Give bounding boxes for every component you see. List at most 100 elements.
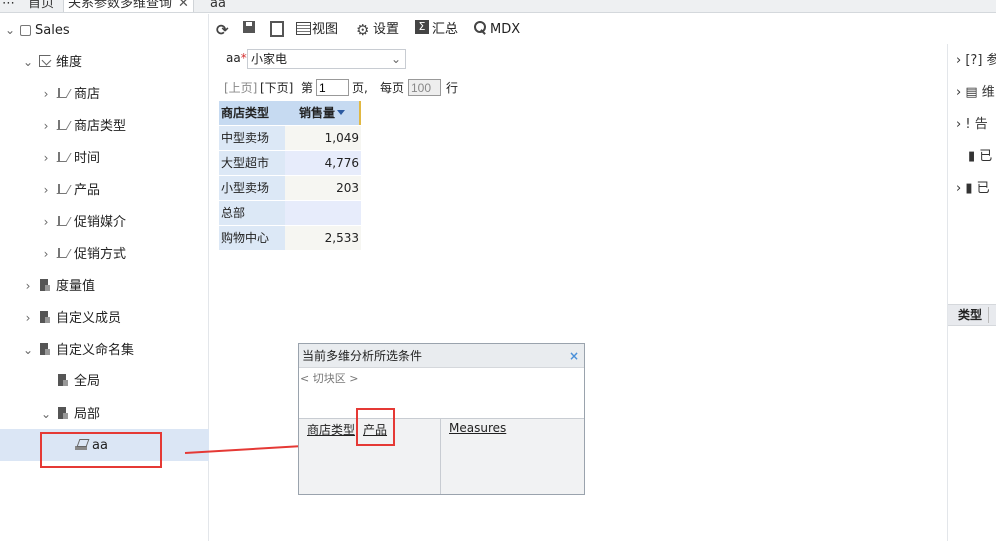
right-panel-item-label: 告	[974, 117, 988, 132]
mdx-button[interactable]: MDX	[473, 20, 520, 40]
mdx-label: MDX	[490, 22, 521, 37]
row-label[interactable]: 大型超市	[219, 151, 285, 175]
view-label: 视图	[312, 22, 339, 37]
document-icon	[56, 406, 70, 420]
chevron-right-icon[interactable]: ›	[40, 147, 52, 169]
chevron-right-icon[interactable]: ›	[40, 115, 52, 137]
chevron-down-icon[interactable]: ⌄	[22, 339, 34, 361]
parameter-select[interactable]: 小家电 ⌄	[247, 49, 406, 69]
tree-node-dimension[interactable]: › 促销方式	[40, 243, 126, 265]
tree-node-custom-members[interactable]: › 自定义成员	[22, 307, 121, 329]
cell-value: 4,776	[285, 151, 361, 175]
hierarchy-icon	[56, 214, 70, 228]
tree-node-custom-named-sets[interactable]: ⌄ 自定义命名集	[22, 339, 134, 361]
popup-title-bar[interactable]: 当前多维分析所选条件 ×	[299, 344, 584, 368]
chevron-right-icon[interactable]: ›	[956, 85, 961, 100]
document-icon: ▮	[965, 181, 973, 196]
tree-node-sales[interactable]: ⌄ Sales	[4, 19, 70, 41]
summary-label: 汇总	[432, 22, 459, 37]
chevron-down-icon[interactable]: ⌄	[40, 403, 52, 425]
tab-home[interactable]: 首页	[28, 0, 54, 12]
per-page-prefix: 每页	[380, 81, 405, 95]
popup-title: 当前多维分析所选条件	[302, 349, 423, 363]
row-label[interactable]: 中型卖场	[219, 126, 285, 150]
summary-button[interactable]: 汇总	[415, 20, 458, 40]
row-header-store-type[interactable]: 商店类型	[219, 101, 285, 125]
chevron-down-icon: ⌄	[390, 52, 401, 66]
slice-area[interactable]: < 切块区 >	[300, 370, 358, 386]
column-header-sales-label: 销售量	[298, 106, 335, 120]
close-icon[interactable]: ✕	[178, 0, 189, 11]
row-label[interactable]: 小型卖场	[219, 176, 285, 200]
save-button[interactable]	[242, 20, 259, 40]
chevron-down-icon[interactable]: ⌄	[4, 19, 16, 41]
tree-label-dimensions: 维度	[56, 55, 83, 70]
right-panel-item[interactable]: › ! 告	[956, 114, 988, 136]
row-label[interactable]: 总部	[219, 201, 285, 225]
page-number-input[interactable]	[316, 79, 349, 96]
tree-node-dimension[interactable]: › 产品	[40, 179, 100, 201]
right-panel-item-label: 参	[986, 53, 996, 68]
chevron-right-icon[interactable]: ›	[40, 179, 52, 201]
column-divider[interactable]	[988, 307, 989, 323]
tab-aa[interactable]: aa	[210, 0, 226, 12]
chevron-right-icon[interactable]: ›	[22, 275, 34, 297]
tree-label-dimension: 商店类型	[74, 119, 127, 134]
right-panel-item[interactable]: › [?] 参	[956, 50, 996, 72]
rows-per-page-input[interactable]	[408, 79, 441, 96]
tab-bar: ⋯ 首页 关系参数多维查询 ✕ aa	[0, 0, 996, 13]
chevron-down-icon[interactable]: ⌄	[22, 51, 34, 73]
view-button[interactable]: 视图	[295, 20, 338, 40]
save-as-button[interactable]	[268, 20, 285, 40]
tree-node-dimension[interactable]: › 商店类型	[40, 115, 126, 137]
dimension-group-icon	[38, 54, 52, 68]
page-suffix: 页,	[352, 81, 368, 95]
chevron-right-icon[interactable]: ›	[40, 243, 52, 265]
tree-node-measures[interactable]: › 度量值	[22, 275, 95, 297]
right-panel-item[interactable]: ▮ 已	[968, 146, 992, 168]
row-field-link[interactable]: 商店类型	[307, 421, 355, 438]
tree-node-global[interactable]: 全局	[40, 371, 100, 393]
tree-label-sales: Sales	[35, 23, 70, 38]
chevron-right-icon[interactable]: ›	[956, 117, 961, 132]
right-panel-item[interactable]: › ▤ 维	[956, 82, 995, 104]
per-page-suffix: 行	[446, 81, 459, 95]
cell-value: 1,049	[285, 126, 361, 150]
prev-page-link[interactable]: [上页]	[224, 79, 257, 97]
tree-label-custom-members: 自定义成员	[56, 311, 122, 326]
tab-relational-query[interactable]: 关系参数多维查询 ✕	[63, 0, 194, 12]
columns-drop-area[interactable]: Measures	[441, 418, 584, 494]
required-mark: *	[240, 51, 247, 65]
chevron-right-icon[interactable]: ›	[40, 211, 52, 233]
tree-label-dimension: 促销媒介	[74, 215, 127, 230]
tree-node-dimension[interactable]: › 时间	[40, 147, 100, 169]
tree-node-dimensions[interactable]: ⌄ 维度	[22, 51, 82, 73]
tree-label-dimension: 促销方式	[74, 247, 127, 262]
view-icon	[295, 20, 311, 35]
chevron-right-icon[interactable]: ›	[22, 307, 34, 329]
chevron-right-icon[interactable]: ›	[956, 53, 961, 68]
close-icon[interactable]: ×	[569, 344, 579, 368]
next-page-link[interactable]: [下页]	[260, 79, 293, 97]
tab-relational-query-label: 关系参数多维查询	[68, 0, 173, 11]
right-property-panel: › [?] 参 › ▤ 维 › ! 告 ▮ 已 › ▮ 已	[947, 44, 996, 541]
tree-node-local[interactable]: ⌄ 局部	[40, 403, 100, 425]
menu-icon[interactable]: ⋯	[2, 0, 15, 12]
sort-desc-icon[interactable]	[337, 110, 345, 115]
chevron-right-icon[interactable]: ›	[956, 181, 961, 196]
parameter-value: 小家电	[251, 52, 288, 66]
settings-button[interactable]: ⚙ 设置	[356, 20, 399, 40]
row-label[interactable]: 购物中心	[219, 226, 285, 250]
hierarchy-icon	[56, 150, 70, 164]
tree-node-dimension[interactable]: › 商店	[40, 83, 100, 105]
conditions-popup: 当前多维分析所选条件 × < 切块区 > 商店类型 产品 Measures	[298, 343, 585, 495]
right-panel-item[interactable]: › ▮ 已	[956, 178, 990, 200]
hierarchy-icon	[56, 182, 70, 196]
refresh-button[interactable]: ⟳	[216, 20, 233, 40]
column-header-sales[interactable]: 销售量	[285, 101, 361, 125]
tree-node-dimension[interactable]: › 促销媒介	[40, 211, 126, 233]
column-field-link[interactable]: Measures	[449, 421, 506, 435]
chevron-right-icon[interactable]: ›	[40, 83, 52, 105]
search-icon	[473, 20, 488, 35]
hierarchy-icon	[56, 118, 70, 132]
